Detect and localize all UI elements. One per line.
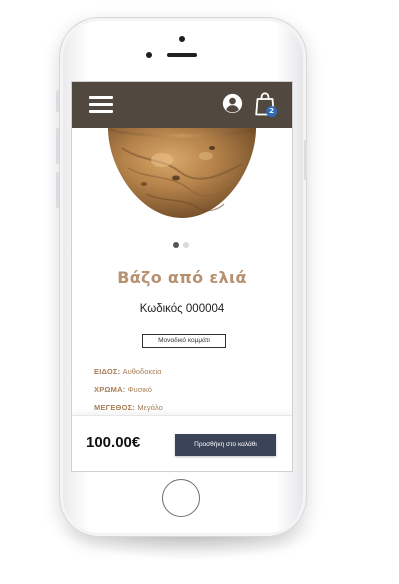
attribute-label: ΕΙΔΟΣ:	[94, 367, 123, 376]
attribute-value: Φυσικό	[127, 385, 152, 394]
hamburger-menu-icon[interactable]	[89, 96, 113, 113]
unique-item-badge: Μοναδικό κομμάτι	[142, 334, 226, 348]
app-screen: 2 Βάζο από ελιά Κωδικός 000004 Μοναδικό …	[71, 81, 293, 472]
attribute-label: ΜΕΓΕΘΟΣ:	[94, 403, 138, 412]
product-price: 100.00€	[86, 434, 141, 451]
product-image[interactable]	[102, 128, 262, 223]
carousel-dot-1[interactable]	[173, 242, 179, 248]
attribute-value: Αυθοδοκεία	[122, 367, 162, 376]
image-carousel-dots	[172, 242, 194, 250]
earpiece-speaker	[167, 53, 197, 57]
app-header: 2	[72, 82, 292, 128]
add-to-cart-button[interactable]: Προσθήκη στο καλάθι	[175, 434, 276, 456]
user-account-icon[interactable]	[222, 93, 243, 114]
proximity-sensor	[146, 52, 152, 58]
cart-count-badge: 2	[266, 106, 277, 117]
product-code: Κωδικός 000004	[139, 303, 225, 315]
volume-up-button	[56, 128, 59, 164]
volume-down-button	[56, 172, 59, 208]
product-title: Βάζο από ελιά	[117, 268, 247, 287]
attribute-row-color: ΧΡΩΜΑ: Φυσικό	[94, 385, 284, 403]
carousel-dot-2[interactable]	[183, 242, 189, 248]
product-attributes: ΕΙΔΟΣ: Αυθοδοκεία ΧΡΩΜΑ: Φυσικό ΜΕΓΕΘΟΣ:…	[94, 367, 284, 421]
front-camera	[179, 36, 185, 42]
power-button	[304, 140, 307, 180]
attribute-value: Μεγάλο	[137, 403, 163, 412]
purchase-footer: 100.00€ Προσθήκη στο καλάθι	[72, 415, 292, 471]
home-button[interactable]	[162, 479, 200, 517]
attribute-label: ΧΡΩΜΑ:	[94, 385, 128, 394]
mute-switch	[56, 90, 59, 112]
attribute-row-type: ΕΙΔΟΣ: Αυθοδοκεία	[94, 367, 284, 385]
